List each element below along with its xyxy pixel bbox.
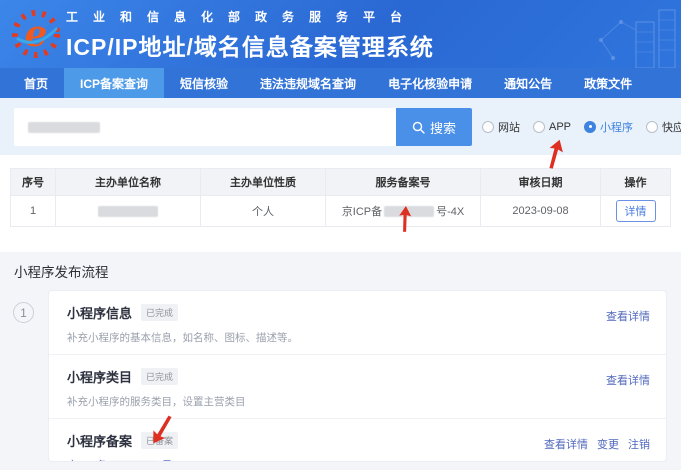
redacted-search-query [28, 122, 100, 133]
miniprogram-process-section: 小程序发布流程 1 小程序信息 已完成 补充小程序的基本信息，如名称、图标、描述… [0, 252, 681, 470]
step-description: 补充小程序的服务类目，设置主营类目 [67, 394, 650, 409]
radio-website[interactable]: 网站 [482, 119, 520, 135]
main-nav: 首页 ICP备案查询 短信核验 违法违规域名查询 电子化核验申请 通知公告 政策… [0, 68, 681, 98]
radio-circle-icon [646, 121, 658, 133]
col-org-nature: 主办单位性质 [201, 169, 326, 195]
search-type-radio-group: 网站 APP 小程序 快应用 [482, 98, 681, 155]
svg-text:e: e [25, 13, 48, 55]
process-card: 小程序信息 已完成 补充小程序的基本信息，如名称、图标、描述等。 查看详情 小程… [48, 290, 667, 462]
step-miniprogram-category: 小程序类目 已完成 补充小程序的服务类目，设置主营类目 查看详情 [49, 354, 666, 418]
status-badge: 已完成 [141, 304, 178, 321]
platform-title: 工业和信息化部政务服务平台 [66, 8, 434, 25]
cell-org-name [56, 195, 201, 226]
redacted-license-number [384, 206, 434, 217]
nav-tab-home[interactable]: 首页 [8, 68, 64, 98]
cancel-link[interactable]: 注销 [628, 436, 650, 452]
radio-quickapp[interactable]: 快应用 [646, 119, 681, 135]
cell-index: 1 [11, 195, 56, 226]
search-input[interactable] [14, 108, 396, 146]
radio-selected-icon [584, 121, 596, 133]
step-title: 小程序类目 [67, 367, 132, 386]
nav-tab-e-verify-apply[interactable]: 电子化核验申请 [372, 68, 488, 98]
col-license-no: 服务备案号 [326, 169, 481, 195]
nav-tab-illegal-domain-query[interactable]: 违法违规域名查询 [244, 68, 372, 98]
search-icon [412, 121, 425, 134]
miit-logo-icon: e [10, 8, 62, 60]
col-org-name: 主办单位名称 [56, 169, 201, 195]
header-titles: 工业和信息化部政务服务平台 ICP/IP地址/域名信息备案管理系统 [66, 8, 434, 62]
radio-circle-icon [482, 121, 494, 133]
redacted-license-number [110, 461, 158, 462]
search-section: 搜索 网站 APP 小程序 快应用 [0, 98, 681, 155]
system-title: ICP/IP地址/域名信息备案管理系统 [66, 28, 434, 62]
header-decoration-graphic [541, 0, 681, 68]
step-miniprogram-beian: 小程序备案 已备案 京ICP备 号-4X 查看详情 变更 注销 [49, 418, 666, 462]
step-number-badge: 1 [13, 302, 34, 323]
step-description: 补充小程序的基本信息，如名称、图标、描述等。 [67, 330, 650, 345]
detail-button[interactable]: 详情 [616, 200, 656, 222]
step-title: 小程序备案 [67, 431, 132, 450]
cell-audit-date: 2023-09-08 [481, 195, 601, 226]
step-miniprogram-info: 小程序信息 已完成 补充小程序的基本信息，如名称、图标、描述等。 查看详情 [49, 291, 666, 354]
view-detail-link[interactable]: 查看详情 [544, 436, 588, 452]
status-badge: 已备案 [141, 432, 178, 449]
cell-org-nature: 个人 [201, 195, 326, 226]
col-action: 操作 [601, 169, 670, 195]
process-title: 小程序发布流程 [14, 261, 109, 281]
search-button[interactable]: 搜索 [396, 108, 472, 146]
radio-miniprogram[interactable]: 小程序 [584, 119, 633, 135]
table-row: 1 个人 京ICP备 号-4X 2023-09-08 详情 [11, 195, 670, 226]
step-title: 小程序信息 [67, 303, 132, 322]
cell-action: 详情 [601, 195, 670, 226]
table-header-row: 序号 主办单位名称 主办单位性质 服务备案号 审核日期 操作 [11, 169, 670, 195]
results-section: 序号 主办单位名称 主办单位性质 服务备案号 审核日期 操作 1 个人 京ICP… [0, 155, 681, 252]
status-badge: 已完成 [141, 368, 178, 385]
col-audit-date: 审核日期 [481, 169, 601, 195]
miniprogram-license-number: 京ICP备 号-4X [67, 457, 650, 462]
nav-tab-notices[interactable]: 通知公告 [488, 68, 568, 98]
search-button-label: 搜索 [430, 118, 456, 137]
nav-tab-icp-query[interactable]: ICP备案查询 [64, 68, 164, 98]
nav-tab-sms-verify[interactable]: 短信核验 [164, 68, 244, 98]
view-detail-link[interactable]: 查看详情 [606, 308, 650, 324]
radio-app[interactable]: APP [533, 121, 571, 133]
redacted-org-name [98, 206, 158, 217]
nav-tab-policy-docs[interactable]: 政策文件 [568, 68, 648, 98]
app-header: e 工业和信息化部政务服务平台 ICP/IP地址/域名信息备案管理系统 [0, 0, 681, 68]
results-table: 序号 主办单位名称 主办单位性质 服务备案号 审核日期 操作 1 个人 京ICP… [10, 168, 671, 227]
view-detail-link[interactable]: 查看详情 [606, 372, 650, 388]
radio-circle-icon [533, 121, 545, 133]
change-link[interactable]: 变更 [597, 436, 619, 452]
col-index: 序号 [11, 169, 56, 195]
icp-beian-page: e 工业和信息化部政务服务平台 ICP/IP地址/域名信息备案管理系统 首页 I… [0, 0, 681, 470]
cell-license-no: 京ICP备 号-4X [326, 195, 481, 226]
